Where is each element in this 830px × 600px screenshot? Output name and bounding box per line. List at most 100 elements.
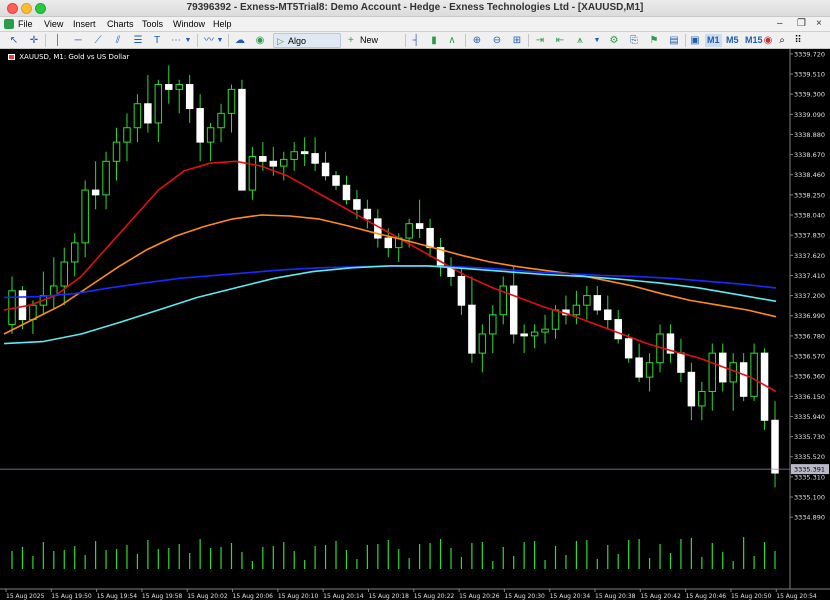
indicator-list-icon[interactable]: ⩚ xyxy=(573,34,587,47)
x-tick-label: 15 Aug 20:46 xyxy=(686,593,727,600)
candle-body xyxy=(353,199,361,210)
y-tick-label: 3334.890 xyxy=(794,514,825,522)
candle-body xyxy=(248,156,257,191)
candle-body xyxy=(415,223,424,229)
zoom-in-icon[interactable]: ⊕ xyxy=(470,34,484,47)
channel-icon[interactable]: ⫽ xyxy=(112,34,124,47)
search-icon[interactable]: ⌕ xyxy=(777,34,787,47)
candle-body xyxy=(133,103,142,129)
menu-charts[interactable]: Charts xyxy=(107,19,134,29)
chevron-down-icon[interactable]: ▼ xyxy=(593,34,601,47)
app-icon[interactable] xyxy=(4,19,14,29)
candle-body xyxy=(614,319,622,340)
x-tick-label: 15 Aug 20:18 xyxy=(368,593,409,600)
candle-body xyxy=(708,352,717,393)
algo-trading-button[interactable]: ▷ Algo Trading xyxy=(273,33,341,61)
x-tick-label: 15 Aug 20:30 xyxy=(504,593,545,600)
horizontal-line-icon[interactable]: ─ xyxy=(72,34,84,47)
candle-body xyxy=(50,285,58,297)
x-tick-label: 15 Aug 20:50 xyxy=(731,593,772,600)
vertical-line-icon[interactable]: │ xyxy=(52,34,64,47)
y-tick-label: 3337.410 xyxy=(794,272,825,280)
camera-icon[interactable]: ▣ xyxy=(689,34,701,47)
x-tick-label: 15 Aug 19:54 xyxy=(97,593,138,600)
candle-body xyxy=(530,331,539,337)
more-icon[interactable]: ⠿ xyxy=(792,34,804,47)
text-tool-icon[interactable]: T xyxy=(151,34,163,47)
crosshair-icon[interactable]: ✛ xyxy=(28,34,40,47)
candle-body xyxy=(300,151,309,155)
market-icon[interactable]: ◉ xyxy=(253,34,267,47)
chevron-down-icon[interactable]: ▼ xyxy=(184,34,192,47)
menu-tools[interactable]: Tools xyxy=(142,19,163,29)
templates-icon[interactable]: ⎘ xyxy=(627,34,641,47)
candle-body xyxy=(332,175,340,186)
candle-body xyxy=(321,162,330,177)
cursor-icon[interactable]: ↖ xyxy=(8,34,20,47)
indicators-icon[interactable]: 〰 xyxy=(202,34,216,47)
record-icon[interactable]: ◉ xyxy=(762,34,774,47)
y-tick-label: 3336.570 xyxy=(794,353,825,361)
x-tick-label: 15 Aug 20:22 xyxy=(414,593,455,600)
autoscroll-icon[interactable]: ⇥ xyxy=(533,34,547,47)
candlestick-icon[interactable]: ▮ xyxy=(428,34,440,47)
candle-body xyxy=(259,156,267,162)
y-tick-label: 3336.780 xyxy=(794,332,825,340)
candle-body xyxy=(144,103,152,124)
chart-shift-icon[interactable]: ⇤ xyxy=(553,34,567,47)
bar-chart-icon[interactable]: ┤ xyxy=(410,34,422,47)
timeframe-m5[interactable]: M5 xyxy=(726,34,739,47)
candle-body xyxy=(102,160,110,196)
minimize-icon[interactable]: – xyxy=(777,18,783,29)
candle-body xyxy=(478,333,487,354)
x-tick-label: 15 Aug 20:54 xyxy=(776,593,817,600)
y-tick-label: 3338.040 xyxy=(794,212,825,220)
candle-body xyxy=(60,261,69,287)
chart-area[interactable]: 3339.720 3339.510 3339.300 3339.090 3338.880… xyxy=(0,49,830,600)
zoom-out-icon[interactable]: ⊖ xyxy=(490,34,504,47)
candle-body xyxy=(509,285,518,335)
menu-help[interactable]: Help xyxy=(213,19,232,29)
candle-body xyxy=(739,362,748,397)
play-icon: ▷ xyxy=(277,36,284,46)
line-chart-icon[interactable]: ∧ xyxy=(446,34,458,47)
timeframe-m1[interactable]: M1 xyxy=(705,34,722,47)
candle-body xyxy=(280,158,288,167)
menu-view[interactable]: View xyxy=(44,19,63,29)
candle-body xyxy=(645,362,654,378)
candle-body xyxy=(468,304,476,354)
menu-bar: File View Insert Charts Tools Window Hel… xyxy=(0,17,830,32)
trendline-icon[interactable]: ⟋ xyxy=(92,34,104,47)
main-toolbar: ↖ ✛ │ ─ ⟋ ⫽ ☰ T ⋯ ▼ 〰 ▼ ☁ ◉ ▷ Algo Tradi… xyxy=(0,32,830,61)
symbol-label: XAUUSD, M1: Gold vs US Dollar xyxy=(8,53,129,61)
price-chart[interactable]: 3339.720 3339.510 3339.300 3339.090 3338.880… xyxy=(0,49,830,600)
candle-body xyxy=(698,391,706,407)
restore-icon[interactable]: ❐ xyxy=(797,18,806,29)
y-tick-label: 3339.300 xyxy=(794,91,825,99)
candle-body xyxy=(342,184,351,201)
x-tick-label: 15 Aug 19:50 xyxy=(51,593,92,600)
candle-body xyxy=(489,314,497,335)
x-tick-label: 15 Aug 20:42 xyxy=(640,593,681,600)
properties-icon[interactable]: ▤ xyxy=(667,34,681,47)
y-tick-label: 3338.250 xyxy=(794,191,825,199)
menu-insert[interactable]: Insert xyxy=(73,19,96,29)
shapes-icon[interactable]: ⋯ xyxy=(170,34,182,47)
candle-body xyxy=(677,352,685,373)
close-icon[interactable]: × xyxy=(816,18,822,29)
new-order-button[interactable]: + New Order xyxy=(346,33,400,60)
settings-icon[interactable]: ⚙ xyxy=(607,34,621,47)
y-tick-label: 3335.940 xyxy=(794,413,825,421)
candle-body xyxy=(165,84,173,90)
fibonacci-icon[interactable]: ☰ xyxy=(132,34,144,47)
scripts-icon[interactable]: ⚑ xyxy=(647,34,661,47)
menu-window[interactable]: Window xyxy=(173,19,205,29)
current-price-label: 3335.391 xyxy=(794,466,825,474)
candle-body xyxy=(70,242,79,263)
chevron-down-icon[interactable]: ▼ xyxy=(216,34,224,47)
timeframe-m15[interactable]: M15 xyxy=(745,34,763,47)
tile-windows-icon[interactable]: ⊞ xyxy=(510,34,524,47)
menu-file[interactable]: File xyxy=(18,19,33,29)
cloud-icon[interactable]: ☁ xyxy=(233,34,247,47)
y-tick-label: 3335.730 xyxy=(794,433,825,441)
